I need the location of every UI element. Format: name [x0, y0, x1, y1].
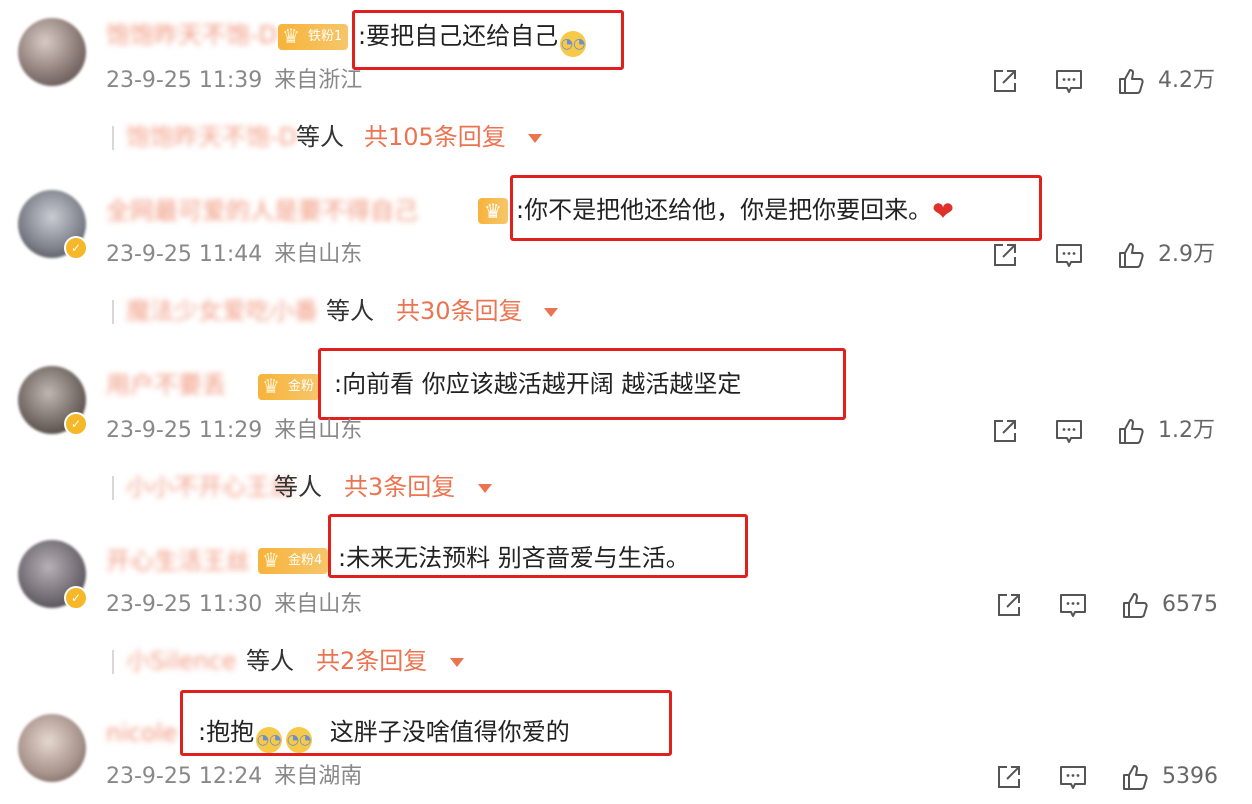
like-count: 2.9万 [1158, 242, 1215, 267]
reply-suffix: 等人 [246, 647, 294, 675]
reply-count-link[interactable]: 共2条回复 [316, 644, 427, 678]
comment-meta: 23-9-25 11:29 来自山东 [106, 416, 362, 446]
verified-badge-icon: ✓ [64, 586, 88, 610]
reply-divider [112, 650, 114, 674]
reply-count-link[interactable]: 共30条回复 [396, 294, 523, 328]
location: 来自浙江 [274, 68, 363, 93]
reply-summary[interactable]: 饱饱昨天不饱-D 等人 共105条回复 [112, 120, 572, 154]
location: 来自山东 [274, 242, 363, 267]
avatar[interactable] [18, 714, 86, 782]
comment-meta: 23-9-25 11:44 来自山东 [106, 240, 362, 270]
like-icon[interactable] [1116, 416, 1146, 446]
username[interactable]: 开心生活王丝 [106, 546, 250, 576]
share-icon[interactable] [990, 66, 1020, 96]
like-count: 6575 [1162, 592, 1218, 617]
highlight-box [352, 10, 624, 70]
verified-badge-icon: ✓ [64, 412, 88, 436]
chevron-down-icon[interactable] [450, 658, 464, 667]
avatar[interactable] [18, 18, 86, 86]
share-icon[interactable] [994, 590, 1024, 620]
reply-divider [112, 126, 114, 150]
reply-summary[interactable]: 小小不开心王丝 等人 共3条回复 [112, 470, 512, 504]
reply-suffix: 等人 [326, 297, 374, 325]
timestamp: 23-9-25 11:29 [106, 418, 263, 443]
location: 来自山东 [274, 592, 363, 617]
like-count: 1.2万 [1158, 418, 1215, 443]
highlight-box [180, 690, 672, 756]
chevron-down-icon[interactable] [544, 308, 558, 317]
comment-icon[interactable] [1054, 240, 1084, 270]
reply-summary[interactable]: 小Silence 等人 共2条回复 [112, 644, 492, 678]
chevron-down-icon[interactable] [478, 484, 492, 493]
username[interactable]: 饱饱昨天不饱-D [106, 20, 277, 50]
like-icon[interactable] [1116, 240, 1146, 270]
reply-suffix: 等人 [274, 473, 322, 501]
fan-badge[interactable]: 金粉4 [258, 547, 329, 574]
username[interactable]: nicole [106, 718, 177, 748]
reply-usernames: 饱饱昨天不饱-D [126, 123, 298, 151]
share-icon[interactable] [990, 240, 1020, 270]
reply-count-link[interactable]: 共105条回复 [364, 120, 506, 154]
chevron-down-icon[interactable] [528, 134, 542, 143]
timestamp: 23-9-25 11:39 [106, 68, 263, 93]
share-icon[interactable] [990, 416, 1020, 446]
reply-divider [112, 476, 114, 500]
comment-meta: 23-9-25 12:24 来自湖南 [106, 762, 362, 792]
username[interactable]: 用户不要丢 [106, 370, 226, 400]
like-icon[interactable] [1120, 762, 1150, 792]
comment-icon[interactable] [1054, 66, 1084, 96]
reply-usernames: 小小不开心王丝 [126, 473, 294, 501]
username[interactable]: 全网最可爱的人是要不得自己 [106, 196, 418, 226]
reply-suffix: 等人 [296, 123, 344, 151]
like-count: 5396 [1162, 764, 1218, 789]
reply-summary[interactable]: 魔法少女爱吃小番 等人 共30条回复 [112, 294, 572, 328]
reply-usernames: 小Silence [126, 647, 237, 675]
highlight-box [328, 514, 748, 578]
like-icon[interactable] [1120, 590, 1150, 620]
fan-badge[interactable]: 铁粉1 [278, 23, 349, 50]
location: 来自湖南 [274, 764, 363, 789]
like-count: 4.2万 [1158, 68, 1215, 93]
like-icon[interactable] [1116, 66, 1146, 96]
highlight-box [510, 175, 1042, 241]
timestamp: 23-9-25 12:24 [106, 764, 263, 789]
verified-badge-icon: ✓ [64, 236, 88, 260]
reply-count-link[interactable]: 共3条回复 [344, 470, 455, 504]
comment-meta: 23-9-25 11:30 来自山东 [106, 590, 362, 620]
location: 来自山东 [274, 418, 363, 443]
timestamp: 23-9-25 11:30 [106, 592, 263, 617]
comment-icon[interactable] [1054, 416, 1084, 446]
fan-crown-icon[interactable]: ♛ [478, 198, 508, 224]
comment-icon[interactable] [1058, 762, 1088, 792]
timestamp: 23-9-25 11:44 [106, 242, 263, 267]
fan-badge[interactable]: 金粉 [258, 373, 321, 400]
comment-meta: 23-9-25 11:39 来自浙江 [106, 66, 362, 96]
reply-divider [112, 300, 114, 324]
comment-icon[interactable] [1058, 590, 1088, 620]
reply-usernames: 魔法少女爱吃小番 [126, 297, 318, 325]
highlight-box [318, 348, 846, 420]
share-icon[interactable] [994, 762, 1024, 792]
